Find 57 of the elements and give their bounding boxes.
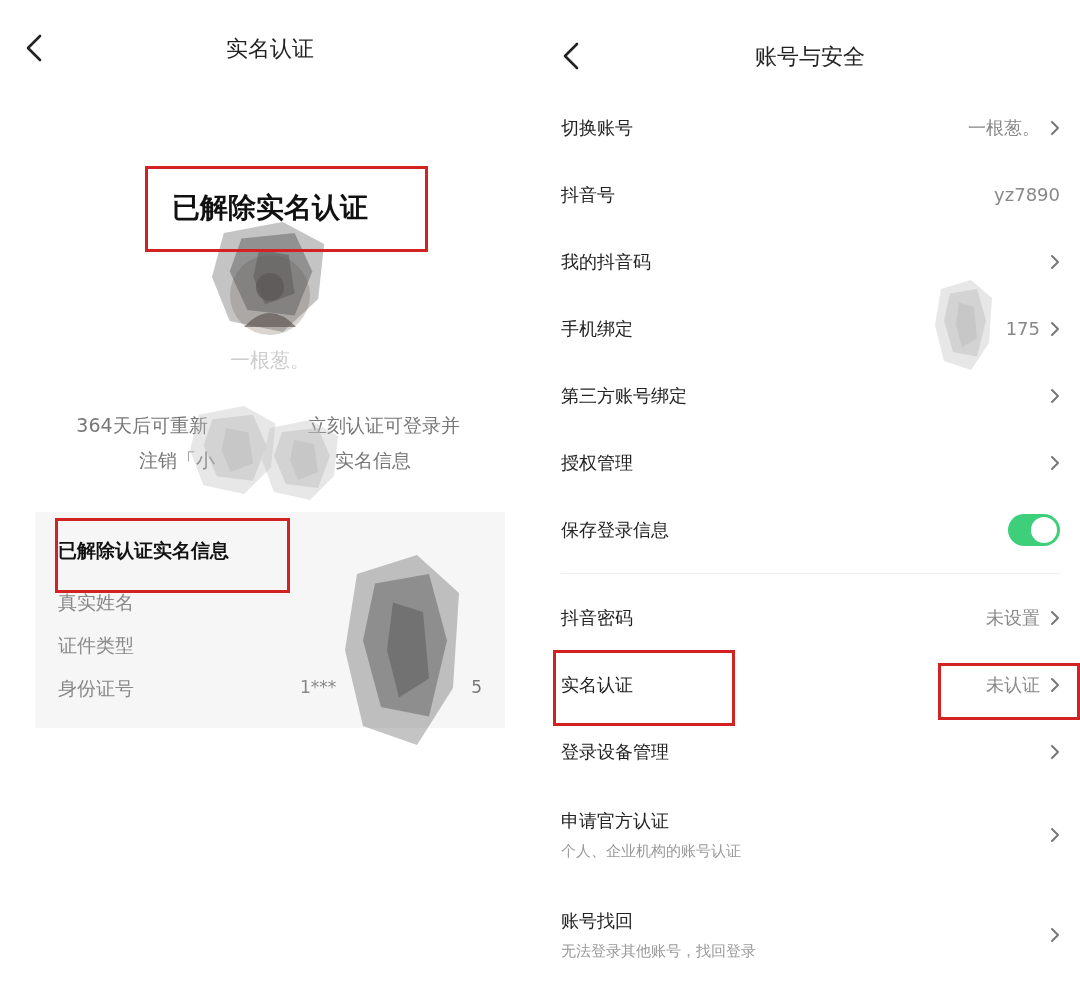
chevron-right-icon[interactable] [1050, 253, 1060, 270]
back-icon[interactable] [563, 42, 579, 70]
field-label: 身份证号 [58, 675, 135, 701]
row-label: 账号找回 [561, 909, 634, 934]
row-label: 我的抖音码 [561, 250, 651, 274]
row-value: 175 [1005, 317, 1040, 341]
settings-row[interactable]: 抖音号 yz7890 [561, 161, 1060, 228]
row-label: 切换账号 [561, 116, 633, 140]
chevron-right-icon[interactable] [1050, 320, 1060, 337]
field-label: 真实姓名 [58, 589, 135, 615]
row-label: 登录设备管理 [561, 740, 669, 764]
row-label: 保存登录信息 [561, 518, 669, 542]
row-value: yz7890 [994, 183, 1060, 207]
screen-title: 实名认证 [226, 34, 314, 63]
chevron-right-icon[interactable] [1050, 927, 1060, 943]
settings-row[interactable]: 实名认证 未认证 [561, 651, 1060, 718]
chevron-right-icon[interactable] [1050, 609, 1060, 626]
settings-row[interactable]: 申请官方认证 个人、企业机构的账号认证 [561, 785, 1060, 885]
status-heading: 已解除实名认证 [172, 190, 368, 226]
row-label: 抖音密码 [561, 606, 633, 630]
row-label: 申请官方认证 [561, 809, 670, 834]
settings-row[interactable]: 授权管理 [561, 429, 1060, 496]
row-value: 未设置 [986, 606, 1040, 630]
field-value: 5 [471, 676, 482, 700]
notice-text: 注销「小 [139, 447, 215, 473]
chevron-right-icon[interactable] [1050, 119, 1060, 136]
chevron-right-icon[interactable] [1050, 827, 1060, 843]
settings-row[interactable]: 登录设备管理 [561, 718, 1060, 785]
settings-row[interactable]: 第三方账号绑定 [561, 362, 1060, 429]
settings-row[interactable]: 我的抖音码 [561, 228, 1060, 295]
row-subtitle: 个人、企业机构的账号认证 [561, 841, 741, 863]
card-title: 已解除认证实名信息 [58, 538, 230, 563]
back-icon[interactable] [26, 34, 42, 62]
chevron-right-icon[interactable] [1050, 454, 1060, 471]
toggle-switch[interactable] [1008, 513, 1060, 546]
notice-text: 立刻认证可登录并 [307, 413, 460, 438]
row-label: 授权管理 [561, 451, 633, 475]
settings-row[interactable]: 保存登录信息 [561, 496, 1060, 563]
settings-row[interactable]: 抖音密码 未设置 [561, 584, 1060, 651]
field-value: 1*** [300, 676, 337, 700]
field-label: 证件类型 [58, 632, 135, 658]
row-label: 第三方账号绑定 [561, 384, 687, 408]
chevron-right-icon[interactable] [1050, 676, 1060, 693]
settings-row[interactable]: 手机绑定 175 [561, 295, 1060, 362]
notice-text: 364天后可重新 [76, 413, 208, 438]
row-label: 手机绑定 [561, 317, 633, 341]
chevron-right-icon[interactable] [1050, 387, 1060, 404]
row-label: 实名认证 [561, 673, 633, 697]
row-subtitle: 无法登录其他账号，找回登录 [561, 941, 756, 963]
settings-row[interactable]: 账号找回 无法登录其他账号，找回登录 [561, 885, 1060, 985]
chevron-right-icon[interactable] [1050, 743, 1060, 760]
notice-text: 实名信息 [335, 447, 411, 473]
row-label: 抖音号 [561, 183, 615, 207]
screen-title: 账号与安全 [755, 42, 865, 71]
row-value: 一根葱。 [968, 116, 1040, 140]
row-value: 未认证 [986, 673, 1040, 697]
settings-row[interactable]: 切换账号 一根葱。 [561, 94, 1060, 161]
